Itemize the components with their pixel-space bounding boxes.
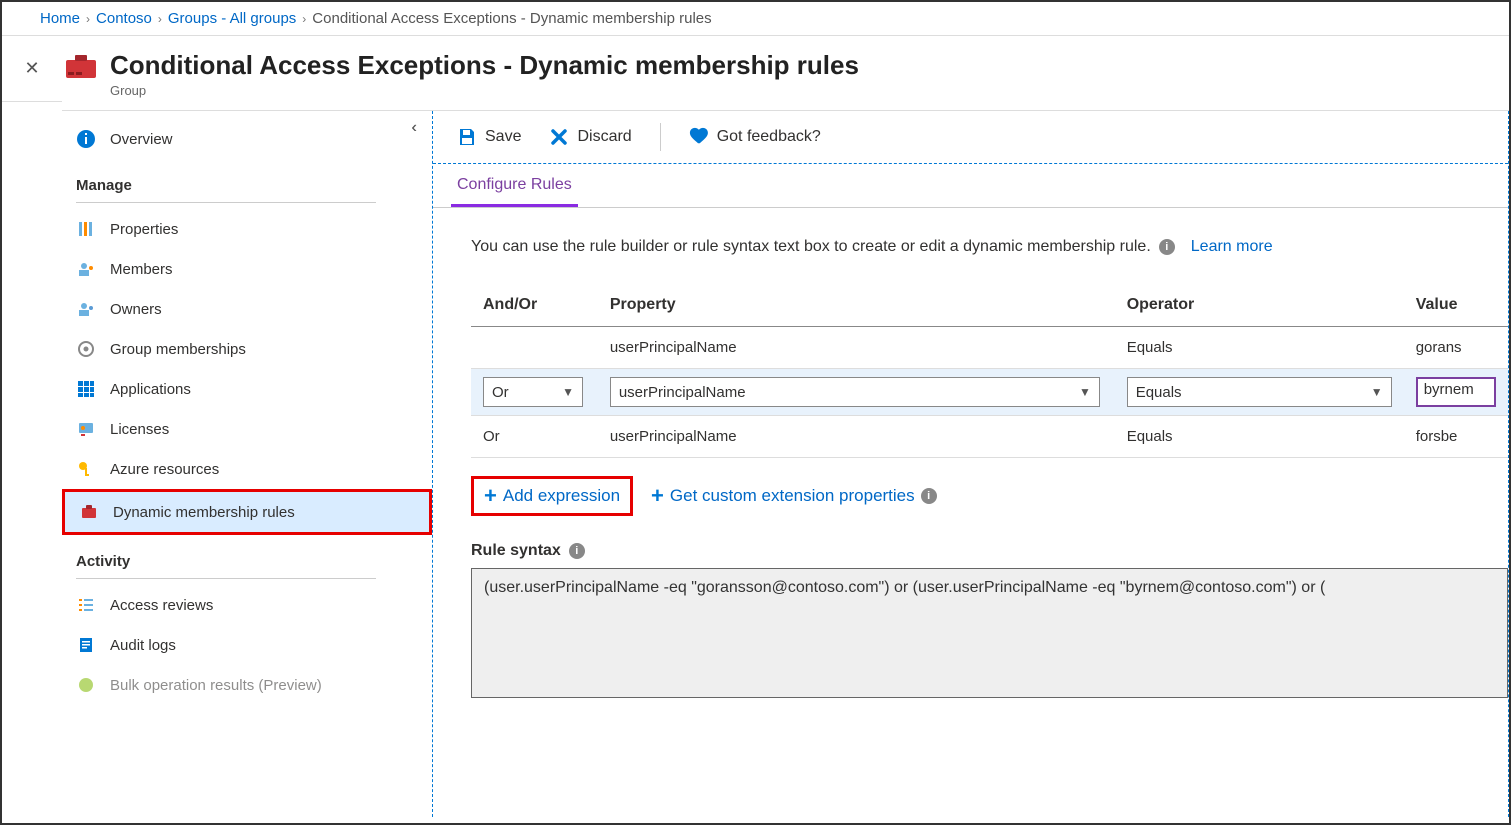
plus-icon: + (484, 485, 497, 507)
table-row[interactable]: Or userPrincipalName Equals forsbe (471, 416, 1508, 458)
briefcase-icon (79, 502, 99, 522)
operator-dropdown[interactable]: Equals ▼ (1127, 377, 1392, 407)
discard-icon (549, 127, 569, 147)
save-label: Save (485, 128, 521, 146)
sidebar-item-label: Overview (110, 131, 173, 148)
sidebar-item-azure-resources[interactable]: Azure resources (62, 449, 432, 489)
sidebar-item-label: Members (110, 261, 173, 278)
command-bar: Save Discard Got feedback? (433, 111, 1508, 164)
sidebar-item-label: Properties (110, 221, 178, 238)
rule-syntax-textbox[interactable]: (user.userPrincipalName -eq "goransson@c… (471, 568, 1508, 698)
sidebar-item-overview[interactable]: Overview (62, 119, 432, 159)
close-icon[interactable]: ✕ (24, 58, 39, 101)
sidebar-item-label: Audit logs (110, 637, 176, 654)
sidebar: ‹‹ Overview Manage Properties Members (62, 111, 432, 817)
save-button[interactable]: Save (457, 127, 521, 147)
gear-icon (76, 339, 96, 359)
add-expression-button[interactable]: + Add expression (471, 476, 633, 516)
col-operator: Operator (1115, 286, 1404, 327)
table-row[interactable]: userPrincipalName Equals gorans (471, 327, 1508, 369)
breadcrumb-tenant[interactable]: Contoso (96, 10, 152, 27)
rule-table: And/Or Property Operator Value userPrinc… (471, 286, 1508, 458)
chevron-right-icon: › (158, 12, 162, 26)
discard-button[interactable]: Discard (549, 127, 631, 147)
sidebar-item-label: Applications (110, 381, 191, 398)
breadcrumb: Home › Contoso › Groups - All groups › C… (2, 2, 1509, 36)
rule-syntax-label: Rule syntax i (471, 542, 1508, 560)
sidebar-item-dynamic-membership-rules[interactable]: Dynamic membership rules (62, 489, 432, 535)
chevron-right-icon: › (302, 12, 306, 26)
learn-more-link[interactable]: Learn more (1191, 238, 1273, 256)
sidebar-item-audit-logs[interactable]: Audit logs (62, 625, 432, 665)
feedback-label: Got feedback? (717, 128, 821, 146)
info-icon (76, 129, 96, 149)
heart-icon (689, 127, 709, 147)
sidebar-section-manage: Manage (62, 159, 432, 200)
chevron-down-icon: ▼ (1079, 385, 1091, 399)
key-icon (76, 459, 96, 479)
properties-icon (76, 219, 96, 239)
sidebar-item-properties[interactable]: Properties (62, 209, 432, 249)
tab-configure-rules[interactable]: Configure Rules (451, 164, 578, 207)
checklist-icon (76, 595, 96, 615)
sidebar-item-label: Bulk operation results (Preview) (110, 677, 322, 694)
info-icon[interactable]: i (1159, 239, 1175, 255)
table-row-selected[interactable]: Or ▼ userPrincipalName ▼ (471, 369, 1508, 416)
sidebar-item-applications[interactable]: Applications (62, 369, 432, 409)
sidebar-item-licenses[interactable]: Licenses (62, 409, 432, 449)
feedback-button[interactable]: Got feedback? (689, 127, 821, 147)
sidebar-item-owners[interactable]: Owners (62, 289, 432, 329)
get-custom-extension-button[interactable]: + Get custom extension properties i (651, 485, 937, 507)
value-input[interactable]: byrnem (1416, 377, 1496, 407)
members-icon (76, 259, 96, 279)
sidebar-item-label: Dynamic membership rules (113, 504, 295, 521)
sidebar-item-label: Group memberships (110, 341, 246, 358)
chevron-down-icon: ▼ (1371, 385, 1383, 399)
sidebar-item-access-reviews[interactable]: Access reviews (62, 585, 432, 625)
col-property: Property (598, 286, 1115, 327)
col-andor: And/Or (471, 286, 598, 327)
property-dropdown[interactable]: userPrincipalName ▼ (610, 377, 1100, 407)
page-title: Conditional Access Exceptions - Dynamic … (110, 50, 859, 81)
sidebar-item-label: Azure resources (110, 461, 219, 478)
group-briefcase-icon (62, 52, 100, 82)
log-icon (76, 635, 96, 655)
discard-label: Discard (577, 128, 631, 146)
tab-strip: Configure Rules (433, 164, 1508, 208)
breadcrumb-current: Conditional Access Exceptions - Dynamic … (312, 10, 711, 27)
chevron-right-icon: › (86, 12, 90, 26)
breadcrumb-groups[interactable]: Groups - All groups (168, 10, 296, 27)
col-value: Value (1404, 286, 1508, 327)
owners-icon (76, 299, 96, 319)
chevron-down-icon: ▼ (562, 385, 574, 399)
license-icon (76, 419, 96, 439)
content-pane: Save Discard Got feedback? Configure Rul… (432, 111, 1509, 817)
sidebar-section-activity: Activity (62, 535, 432, 576)
andor-dropdown[interactable]: Or ▼ (483, 377, 583, 407)
breadcrumb-home[interactable]: Home (40, 10, 80, 27)
sidebar-item-label: Licenses (110, 421, 169, 438)
sidebar-item-label: Owners (110, 301, 162, 318)
sidebar-item-bulk-operation-results[interactable]: Bulk operation results (Preview) (62, 665, 432, 705)
sidebar-item-group-memberships[interactable]: Group memberships (62, 329, 432, 369)
sidebar-item-label: Access reviews (110, 597, 213, 614)
grid-icon (76, 379, 96, 399)
info-icon[interactable]: i (569, 543, 585, 559)
page-header: Conditional Access Exceptions - Dynamic … (62, 36, 1509, 111)
page-subtitle: Group (110, 83, 859, 98)
save-icon (457, 127, 477, 147)
intro-text: You can use the rule builder or rule syn… (471, 238, 1508, 256)
info-icon[interactable]: i (921, 488, 937, 504)
sidebar-item-members[interactable]: Members (62, 249, 432, 289)
bulk-icon (76, 675, 96, 695)
collapse-sidebar-icon[interactable]: ‹‹ (411, 119, 412, 137)
plus-icon: + (651, 485, 664, 507)
